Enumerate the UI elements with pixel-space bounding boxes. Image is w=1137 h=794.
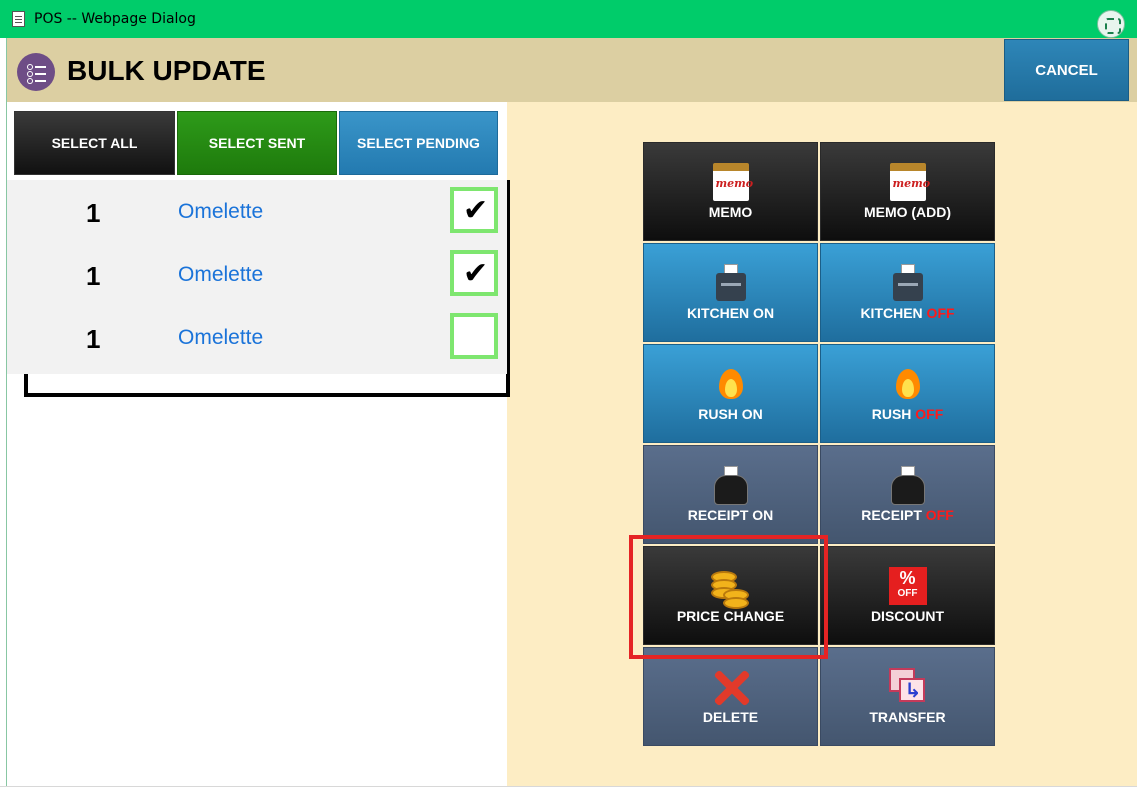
receipt-off-button[interactable]: RECEIPT OFF [820, 445, 995, 544]
rush-off-label: RUSH OFF [871, 406, 944, 422]
select-pending-button[interactable]: SELECT PENDING [339, 111, 498, 175]
item-checkbox[interactable] [450, 313, 498, 359]
pos-dialog-window: POS -- Webpage Dialog BULK UPDATE CANCEL… [0, 0, 1137, 794]
item-checkbox[interactable]: ✔ [450, 187, 498, 233]
cancel-button[interactable]: CANCEL [1004, 39, 1129, 101]
item-name: Omelette [178, 326, 264, 349]
select-sent-button[interactable]: SELECT SENT [177, 111, 337, 175]
item-quantity: 1 [86, 198, 101, 228]
item-checkbox[interactable]: ✔ [450, 250, 498, 296]
item-name: Omelette [178, 263, 264, 286]
kitchen-off-button[interactable]: KITCHEN OFF [820, 243, 995, 342]
delete-button[interactable]: DELETE [643, 647, 818, 746]
memo-add-label: MEMO (ADD) [863, 204, 952, 220]
receipt-off-label: RECEIPT OFF [861, 507, 954, 523]
kitchen-off-label: KITCHEN OFF [860, 305, 955, 321]
memo-icon [712, 163, 753, 201]
list-menu-icon [17, 53, 55, 91]
delete-x-icon [711, 668, 751, 708]
window-titlebar: POS -- Webpage Dialog [0, 0, 1137, 38]
page-title: BULK UPDATE [67, 55, 266, 86]
checkmark-icon: ✔ [463, 256, 489, 291]
rush-off-button[interactable]: RUSH OFF [820, 344, 995, 443]
price-change-highlight [629, 535, 828, 659]
item-quantity: 1 [86, 261, 101, 291]
actions-pane-edge [1129, 102, 1137, 786]
delete-label: DELETE [702, 709, 759, 725]
discount-button[interactable]: % OFF DISCOUNT [820, 546, 995, 645]
list-item[interactable]: 1 Omelette [24, 306, 510, 369]
item-quantity: 1 [86, 324, 101, 354]
kitchen-printer-icon [892, 264, 923, 302]
list-item[interactable]: 1 Omelette ✔ [24, 180, 510, 243]
list-item[interactable]: 1 Omelette ✔ [24, 243, 510, 306]
document-icon [12, 11, 25, 27]
rush-on-button[interactable]: RUSH ON [643, 344, 818, 443]
percent-off-icon: % OFF [888, 567, 927, 605]
kitchen-on-button[interactable]: KITCHEN ON [643, 243, 818, 342]
select-all-button[interactable]: SELECT ALL [14, 111, 175, 175]
receipt-on-button[interactable]: RECEIPT ON [643, 445, 818, 544]
memo-label: MEMO [708, 204, 753, 220]
transfer-icon [888, 668, 927, 704]
window-bottom-edge [0, 786, 1137, 794]
memo-button[interactable]: MEMO [643, 142, 818, 241]
flame-icon [716, 365, 746, 401]
window-title: POS -- Webpage Dialog [34, 11, 196, 27]
discount-label: DISCOUNT [870, 608, 945, 624]
transfer-button[interactable]: TRANSFER [820, 647, 995, 746]
flame-icon [893, 365, 923, 401]
checkmark-icon: ✔ [463, 193, 489, 228]
memo-add-button[interactable]: MEMO (ADD) [820, 142, 995, 241]
item-name: Omelette [178, 200, 264, 223]
transfer-label: TRANSFER [869, 709, 946, 725]
receipt-on-label: RECEIPT ON [687, 507, 774, 523]
memo-icon [889, 163, 930, 201]
receipt-printer-icon [889, 466, 927, 506]
screen-capture-icon[interactable] [1097, 10, 1125, 38]
page-header: BULK UPDATE [7, 38, 1137, 102]
kitchen-printer-icon [715, 264, 746, 302]
rush-on-label: RUSH ON [698, 406, 763, 422]
kitchen-on-label: KITCHEN ON [686, 305, 775, 321]
actions-pane [507, 102, 1129, 786]
receipt-printer-icon [712, 466, 750, 506]
